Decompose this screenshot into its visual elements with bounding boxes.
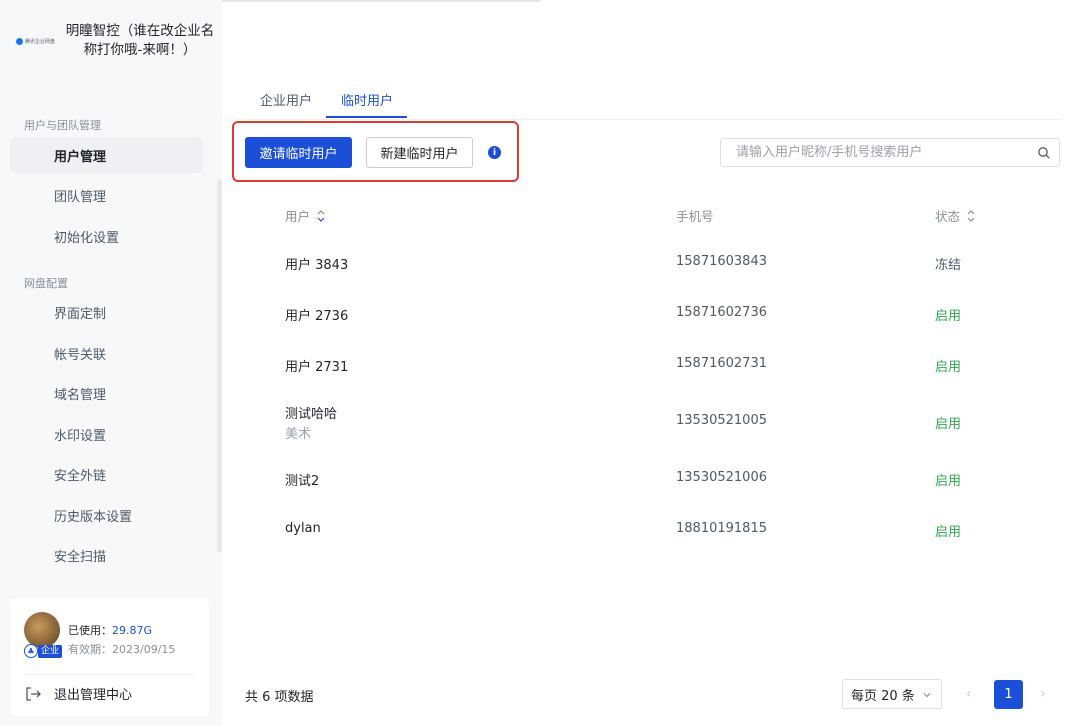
active-tab-indicator (326, 116, 407, 118)
phone-number: 15871602731 (676, 356, 767, 371)
create-temp-user-button[interactable]: 新建临时用户 (366, 137, 473, 168)
user-name: 用户 2731 (285, 360, 349, 375)
user-name: 测试2 (285, 474, 320, 489)
account-card: ♣ 企业 已使用：29.87G 有效期：2023/09/15 退出管理中心 (10, 598, 209, 716)
sidebar-item-label: 初始化设置 (54, 230, 120, 246)
page-size-label: 每页 20 条 (851, 688, 915, 704)
phone-number: 15871602736 (676, 305, 767, 320)
avatar (24, 612, 60, 648)
org-icon: ♣ (24, 644, 38, 658)
phone-number: 15871603843 (676, 254, 767, 269)
sidebar: 腾讯企业网盘 明瞳智控（谁在改企业名称打你哦-来啊！） 用户与团队管理 用户管理… (0, 0, 222, 726)
expiry-label: 有效期： (68, 643, 112, 656)
top-progress-line (222, 0, 540, 2)
usage-label: 已使用： (68, 624, 112, 637)
logout-button[interactable]: 退出管理中心 (24, 684, 132, 703)
column-header-label: 用户 (285, 209, 311, 224)
sidebar-item-init-settings[interactable]: 初始化设置 (10, 218, 203, 254)
badge-label: 企业 (38, 644, 63, 658)
column-header-user[interactable]: 用户 (285, 206, 326, 225)
tab-temporary-users[interactable]: 临时用户 (341, 90, 393, 109)
logout-icon (26, 686, 41, 701)
chevron-down-icon (923, 693, 931, 698)
sort-icon[interactable] (316, 208, 326, 224)
tab-bar: 企业用户 临时用户 (245, 72, 1060, 120)
info-icon[interactable]: i (488, 146, 501, 159)
search-input[interactable] (720, 138, 1060, 167)
sidebar-item-label: 域名管理 (54, 387, 107, 403)
status-badge: 启用 (935, 474, 962, 489)
phone-number: 13530521005 (676, 413, 767, 428)
sidebar-item-watermark[interactable]: 水印设置 (10, 416, 203, 452)
sidebar-item-user-management[interactable]: 用户管理 (10, 137, 203, 173)
invite-temp-user-button[interactable]: 邀请临时用户 (245, 137, 352, 168)
phone-number: 13530521006 (676, 470, 767, 485)
company-name: 明瞳智控（谁在改企业名称打你哦-来啊！） (65, 23, 215, 58)
expiry-date: 有效期：2023/09/15 (68, 641, 175, 657)
brand-logo-text: 腾讯企业网盘 (25, 38, 56, 45)
column-header-phone: 手机号 (676, 206, 714, 225)
status-badge: 启用 (935, 417, 962, 432)
brand-logo-mark-icon (16, 37, 23, 45)
sidebar-item-ui-custom[interactable]: 界面定制 (10, 294, 203, 330)
brand: 腾讯企业网盘 明瞳智控（谁在改企业名称打你哦-来啊！） (16, 22, 220, 60)
user-name: 测试哈哈 (285, 407, 338, 422)
column-header-label: 状态 (935, 209, 961, 224)
section-label-user-team: 用户与团队管理 (24, 119, 101, 132)
status-badge: 启用 (935, 309, 962, 324)
user-team: 美术 (285, 427, 312, 442)
sidebar-item-security-scan[interactable]: 安全扫描 (10, 537, 203, 573)
sidebar-item-account-link[interactable]: 帐号关联 (10, 335, 203, 371)
storage-usage: 已使用：29.87G (68, 622, 152, 638)
user-name: 用户 3843 (285, 258, 349, 273)
sidebar-item-label: 团队管理 (54, 189, 107, 205)
sidebar-item-label: 帐号关联 (54, 347, 107, 363)
sidebar-item-version-history[interactable]: 历史版本设置 (10, 497, 203, 533)
status-badge: 启用 (935, 525, 962, 540)
tab-enterprise-users[interactable]: 企业用户 (260, 90, 312, 109)
prev-page-button[interactable]: ‹ (966, 686, 978, 702)
brand-logo: 腾讯企业网盘 (16, 35, 56, 47)
column-header-status[interactable]: 状态 (935, 206, 976, 225)
page-1-button[interactable]: 1 (994, 680, 1023, 709)
logout-label: 退出管理中心 (54, 688, 133, 703)
column-header-label: 手机号 (676, 209, 714, 224)
divider (24, 674, 195, 675)
sidebar-item-label: 安全外链 (54, 468, 107, 484)
sidebar-item-label: 用户管理 (54, 149, 107, 165)
page-size-select[interactable]: 每页 20 条 (842, 679, 942, 709)
user-name: dylan (285, 521, 321, 536)
total-count: 共 6 项数据 (245, 690, 314, 705)
sidebar-scrollbar[interactable] (217, 180, 222, 552)
sidebar-item-domain[interactable]: 域名管理 (10, 375, 203, 411)
sidebar-item-label: 安全扫描 (54, 549, 107, 565)
sidebar-item-label: 历史版本设置 (54, 509, 133, 525)
status-badge: 启用 (935, 360, 962, 375)
sidebar-item-team-management[interactable]: 团队管理 (10, 177, 203, 213)
sidebar-item-secure-link[interactable]: 安全外链 (10, 456, 203, 492)
sidebar-item-label: 界面定制 (54, 306, 107, 322)
user-name: 用户 2736 (285, 309, 349, 324)
next-page-button[interactable]: › (1040, 686, 1052, 702)
section-label-drive-config: 网盘配置 (24, 277, 68, 290)
search-icon[interactable] (1037, 146, 1051, 160)
enterprise-badge: ♣ 企业 (24, 644, 63, 658)
status-badge: 冻结 (935, 258, 962, 273)
phone-number: 18810191815 (676, 521, 767, 536)
usage-value: 29.87G (112, 624, 153, 637)
expiry-value: 2023/09/15 (112, 643, 176, 656)
sort-icon[interactable] (966, 208, 976, 224)
sidebar-item-label: 水印设置 (54, 428, 107, 444)
